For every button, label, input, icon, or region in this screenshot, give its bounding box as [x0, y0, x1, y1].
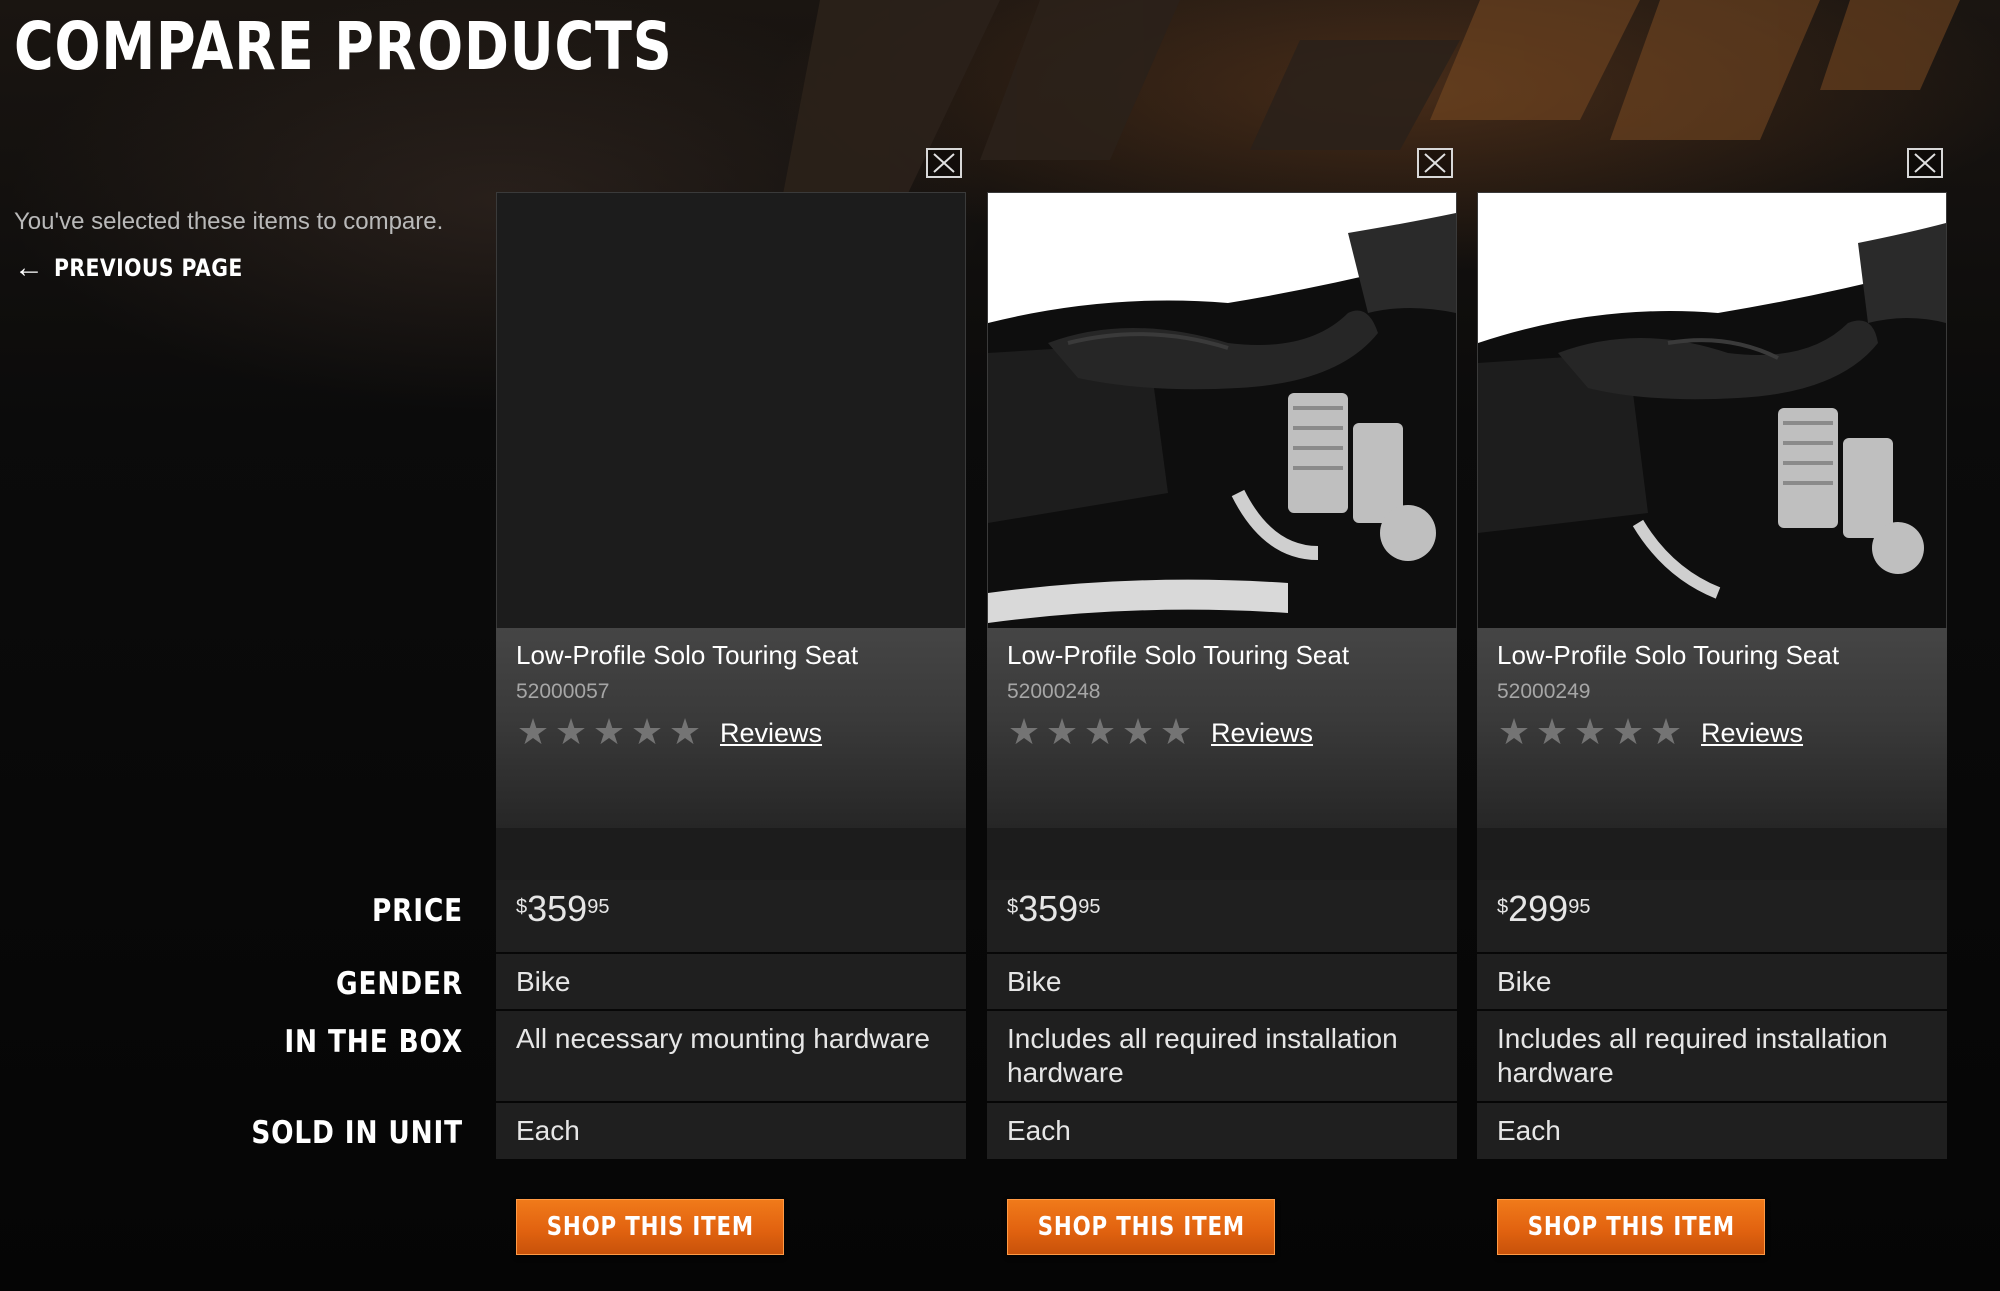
- star-icon: ★: [1649, 711, 1683, 752]
- star-icon: ★: [1573, 711, 1607, 752]
- price-currency: $: [1007, 896, 1019, 918]
- sold-in-unit-cell: Each: [1477, 1103, 1947, 1159]
- star-icon: ★: [1497, 711, 1531, 752]
- info-spacer: [987, 828, 1457, 880]
- product-name[interactable]: Low-Profile Solo Touring Seat: [516, 640, 858, 671]
- product-info: Low-Profile Solo Touring Seat 52000057 ★…: [496, 628, 966, 828]
- star-icon: ★: [1159, 711, 1193, 752]
- shop-button-label: SHOP THIS ITEM: [1037, 1212, 1245, 1242]
- in-the-box-cell: All necessary mounting hardware: [496, 1011, 966, 1101]
- product-column-3: Low-Profile Solo Touring Seat 52000249 ★…: [1477, 0, 1947, 1291]
- rating-stars: ★ ★ ★ ★ ★: [1495, 712, 1685, 752]
- star-icon: ★: [1611, 711, 1645, 752]
- arrow-left-icon: ←: [14, 251, 44, 284]
- part-number: 52000248: [1007, 680, 1101, 703]
- price-dollars: 299: [1508, 888, 1569, 929]
- remove-product-button[interactable]: [926, 148, 962, 178]
- reviews-link[interactable]: Reviews: [720, 718, 822, 749]
- motorcycle-seat-image: [988, 193, 1456, 628]
- star-icon: ★: [1121, 711, 1155, 752]
- shop-this-item-button[interactable]: SHOP THIS ITEM: [516, 1199, 784, 1255]
- part-number: 52000249: [1497, 680, 1591, 703]
- product-info: Low-Profile Solo Touring Seat 52000249 ★…: [1477, 628, 1947, 828]
- remove-product-button[interactable]: [1417, 148, 1453, 178]
- info-spacer: [1477, 828, 1947, 880]
- star-icon: ★: [1535, 711, 1569, 752]
- sold-in-unit-cell: Each: [496, 1103, 966, 1159]
- row-label-price: PRICE: [371, 893, 463, 929]
- reviews-link[interactable]: Reviews: [1701, 718, 1803, 749]
- row-label-gender: GENDER: [336, 966, 463, 1002]
- rating-stars: ★ ★ ★ ★ ★: [514, 712, 704, 752]
- remove-product-button[interactable]: [1907, 148, 1943, 178]
- price-dollars: 359: [1018, 888, 1079, 929]
- star-icon: ★: [1007, 711, 1041, 752]
- price-cell: $29995: [1477, 880, 1947, 952]
- product-info: Low-Profile Solo Touring Seat 52000248 ★…: [987, 628, 1457, 828]
- product-image-placeholder[interactable]: [496, 192, 966, 629]
- previous-page-label: PREVIOUS PAGE: [54, 254, 243, 282]
- info-spacer: [496, 828, 966, 880]
- star-icon: ★: [1045, 711, 1079, 752]
- shop-button-label: SHOP THIS ITEM: [1527, 1212, 1735, 1242]
- shop-button-label: SHOP THIS ITEM: [546, 1212, 754, 1242]
- price-cents: 95: [587, 896, 610, 918]
- gender-cell: Bike: [496, 954, 966, 1009]
- product-column-2: Low-Profile Solo Touring Seat 52000248 ★…: [987, 0, 1457, 1291]
- star-icon: ★: [1083, 711, 1117, 752]
- shop-this-item-button[interactable]: SHOP THIS ITEM: [1497, 1199, 1765, 1255]
- reviews-link[interactable]: Reviews: [1211, 718, 1313, 749]
- star-icon: ★: [516, 711, 550, 752]
- price-cents: 95: [1078, 896, 1101, 918]
- part-number: 52000057: [516, 680, 610, 703]
- star-icon: ★: [554, 711, 588, 752]
- gender-cell: Bike: [987, 954, 1457, 1009]
- in-the-box-cell: Includes all required installation hardw…: [987, 1011, 1457, 1101]
- star-icon: ★: [630, 711, 664, 752]
- price-cell: $35995: [987, 880, 1457, 952]
- compare-subtitle: You've selected these items to compare.: [14, 208, 444, 235]
- sold-in-unit-cell: Each: [987, 1103, 1457, 1159]
- star-icon: ★: [668, 711, 702, 752]
- close-icon: [1424, 153, 1446, 173]
- product-column-1: Low-Profile Solo Touring Seat 52000057 ★…: [496, 0, 966, 1291]
- price-cell: $35995: [496, 880, 966, 952]
- close-icon: [1914, 153, 1936, 173]
- price-currency: $: [516, 896, 528, 918]
- row-label-sold-in-unit: SOLD IN UNIT: [251, 1115, 463, 1151]
- price-cents: 95: [1568, 896, 1591, 918]
- previous-page-link[interactable]: ← PREVIOUS PAGE: [14, 253, 276, 283]
- rating-stars: ★ ★ ★ ★ ★: [1005, 712, 1195, 752]
- star-icon: ★: [592, 711, 626, 752]
- product-image[interactable]: [987, 192, 1457, 629]
- row-label-in-the-box: IN THE BOX: [284, 1024, 463, 1060]
- shop-this-item-button[interactable]: SHOP THIS ITEM: [1007, 1199, 1275, 1255]
- gender-cell: Bike: [1477, 954, 1947, 1009]
- close-icon: [933, 153, 955, 173]
- motorcycle-seat-image: [1478, 193, 1946, 628]
- price-dollars: 359: [527, 888, 588, 929]
- product-image[interactable]: [1477, 192, 1947, 629]
- product-name[interactable]: Low-Profile Solo Touring Seat: [1497, 640, 1839, 671]
- price-currency: $: [1497, 896, 1509, 918]
- product-name[interactable]: Low-Profile Solo Touring Seat: [1007, 640, 1349, 671]
- in-the-box-cell: Includes all required installation hardw…: [1477, 1011, 1947, 1101]
